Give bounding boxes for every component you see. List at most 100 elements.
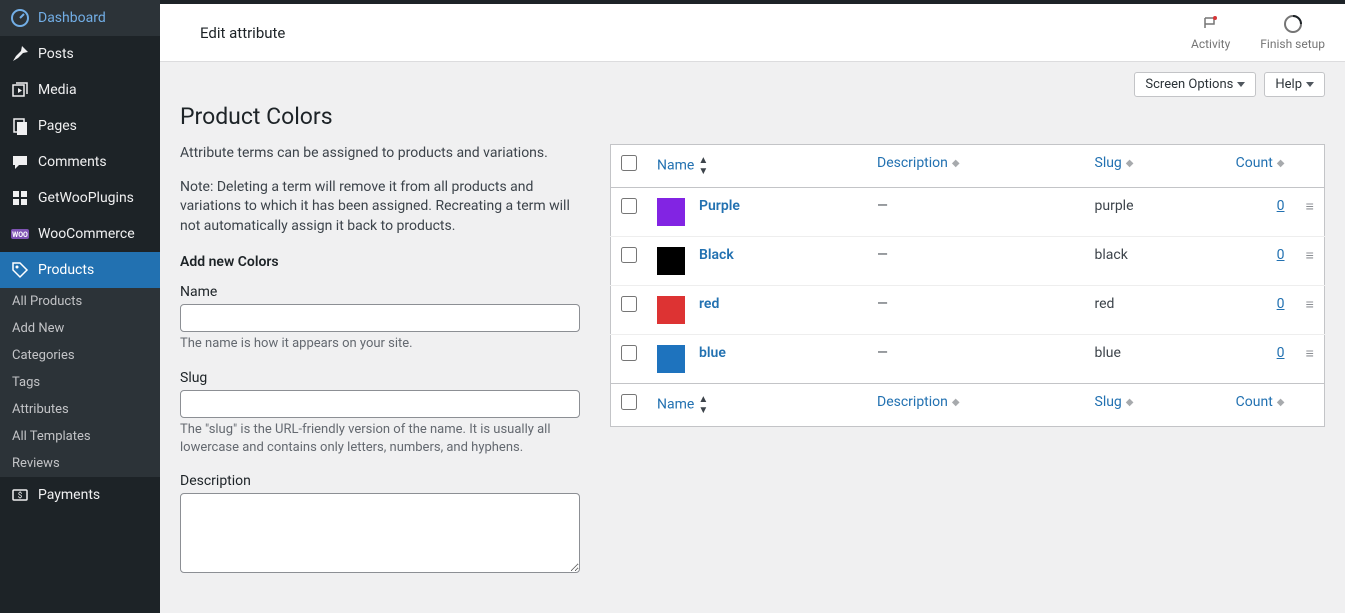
sidebar-sub-reviews[interactable]: Reviews	[0, 450, 160, 477]
help-button[interactable]: Help	[1264, 72, 1325, 97]
screen-options-button[interactable]: Screen Options	[1134, 72, 1256, 97]
note-text: Note: Deleting a term will remove it fro…	[180, 178, 580, 237]
sidebar-item-label: Media	[38, 82, 77, 98]
term-count-link[interactable]: 0	[1277, 198, 1285, 214]
table-row: Purple—purple0≡	[611, 188, 1325, 237]
term-name-link[interactable]: Purple	[699, 198, 740, 214]
table-row: red—red0≡	[611, 286, 1325, 335]
row-checkbox[interactable]	[621, 247, 637, 263]
page-title: Edit attribute	[180, 24, 285, 42]
row-menu-icon[interactable]: ≡	[1306, 248, 1313, 264]
intro-text: Attribute terms can be assigned to produ…	[180, 144, 580, 164]
select-all-checkbox[interactable]	[621, 155, 637, 171]
term-name-link[interactable]: red	[699, 296, 719, 312]
slug-label: Slug	[180, 370, 580, 386]
sort-icon: ◆	[1277, 158, 1285, 169]
term-slug: red	[1085, 286, 1225, 335]
term-count-link[interactable]: 0	[1277, 345, 1285, 361]
help-label: Help	[1275, 77, 1302, 92]
terms-table: Name▲▼ Description◆ Slug◆ Count◆ Purple —…	[610, 144, 1325, 427]
sidebar-item-label: Posts	[38, 46, 74, 62]
col-header-description[interactable]: Description◆	[867, 145, 1085, 188]
col-footer-description[interactable]: Description◆	[867, 384, 1085, 427]
term-description: —	[867, 237, 1085, 286]
color-swatch	[657, 345, 685, 373]
screen-options-label: Screen Options	[1145, 77, 1233, 92]
sidebar-item-posts[interactable]: Posts	[0, 36, 160, 72]
term-slug: black	[1085, 237, 1225, 286]
woocommerce-icon: WOO	[10, 224, 30, 244]
col-header-count[interactable]: Count◆	[1225, 145, 1295, 188]
payments-icon: $	[10, 485, 30, 505]
caret-down-icon	[1237, 82, 1245, 87]
term-description: —	[867, 335, 1085, 384]
col-footer-slug[interactable]: Slug◆	[1085, 384, 1225, 427]
admin-sidebar: Dashboard Posts Media Pages Comments Get…	[0, 0, 160, 613]
sidebar-sub-add-new[interactable]: Add New	[0, 315, 160, 342]
sidebar-item-label: Dashboard	[38, 10, 106, 26]
caret-down-icon	[1306, 82, 1314, 87]
sidebar-item-woocommerce[interactable]: WOO WooCommerce	[0, 216, 160, 252]
activity-button[interactable]: Activity	[1191, 14, 1230, 51]
term-slug: blue	[1085, 335, 1225, 384]
name-input[interactable]	[180, 304, 580, 332]
row-checkbox[interactable]	[621, 198, 637, 214]
sidebar-item-products[interactable]: Products	[0, 252, 160, 288]
sidebar-sub-all-templates[interactable]: All Templates	[0, 423, 160, 450]
sort-icon: ▲▼	[698, 394, 708, 416]
row-menu-icon[interactable]: ≡	[1306, 346, 1313, 362]
sidebar-item-label: GetWooPlugins	[38, 190, 134, 206]
sort-icon: ▲▼	[698, 155, 708, 177]
col-footer-name[interactable]: Name▲▼	[647, 384, 867, 427]
activity-icon	[1201, 14, 1221, 34]
sidebar-item-label: Pages	[38, 118, 77, 134]
sort-icon: ◆	[1126, 397, 1134, 408]
color-swatch	[657, 296, 685, 324]
sidebar-item-getwooplugins[interactable]: GetWooPlugins	[0, 180, 160, 216]
description-textarea[interactable]	[180, 493, 580, 573]
slug-input[interactable]	[180, 390, 580, 418]
plugin-icon	[10, 188, 30, 208]
svg-text:$: $	[18, 491, 23, 500]
sidebar-sub-attributes[interactable]: Attributes	[0, 396, 160, 423]
table-row: blue—blue0≡	[611, 335, 1325, 384]
setup-icon	[1283, 14, 1303, 34]
products-icon	[10, 260, 30, 280]
sidebar-item-label: Products	[38, 262, 94, 278]
term-slug: purple	[1085, 188, 1225, 237]
content-heading: Product Colors	[180, 103, 1325, 130]
svg-text:WOO: WOO	[12, 231, 28, 239]
sidebar-item-media[interactable]: Media	[0, 72, 160, 108]
dashboard-icon	[10, 8, 30, 28]
sidebar-sub-all-products[interactable]: All Products	[0, 288, 160, 315]
pin-icon	[10, 44, 30, 64]
row-checkbox[interactable]	[621, 296, 637, 312]
sort-icon: ◆	[1277, 397, 1285, 408]
description-label: Description	[180, 473, 580, 489]
term-name-link[interactable]: blue	[699, 345, 726, 361]
term-count-link[interactable]: 0	[1277, 296, 1285, 312]
select-all-checkbox-footer[interactable]	[621, 394, 637, 410]
term-count-link[interactable]: 0	[1277, 247, 1285, 263]
sidebar-item-comments[interactable]: Comments	[0, 144, 160, 180]
col-header-slug[interactable]: Slug◆	[1085, 145, 1225, 188]
row-menu-icon[interactable]: ≡	[1306, 199, 1313, 215]
sidebar-sub-tags[interactable]: Tags	[0, 369, 160, 396]
sort-icon: ◆	[952, 397, 960, 408]
sidebar-sub-categories[interactable]: Categories	[0, 342, 160, 369]
sidebar-item-dashboard[interactable]: Dashboard	[0, 0, 160, 36]
color-swatch	[657, 247, 685, 275]
media-icon	[10, 80, 30, 100]
row-menu-icon[interactable]: ≡	[1306, 297, 1313, 313]
col-footer-count[interactable]: Count◆	[1225, 384, 1295, 427]
pages-icon	[10, 116, 30, 136]
color-swatch	[657, 198, 685, 226]
sidebar-item-pages[interactable]: Pages	[0, 108, 160, 144]
sidebar-item-payments[interactable]: $ Payments	[0, 477, 160, 513]
activity-label: Activity	[1191, 37, 1230, 51]
term-name-link[interactable]: Black	[699, 247, 734, 263]
col-header-name[interactable]: Name▲▼	[647, 145, 867, 188]
finish-setup-button[interactable]: Finish setup	[1260, 14, 1325, 51]
term-description: —	[867, 286, 1085, 335]
row-checkbox[interactable]	[621, 345, 637, 361]
